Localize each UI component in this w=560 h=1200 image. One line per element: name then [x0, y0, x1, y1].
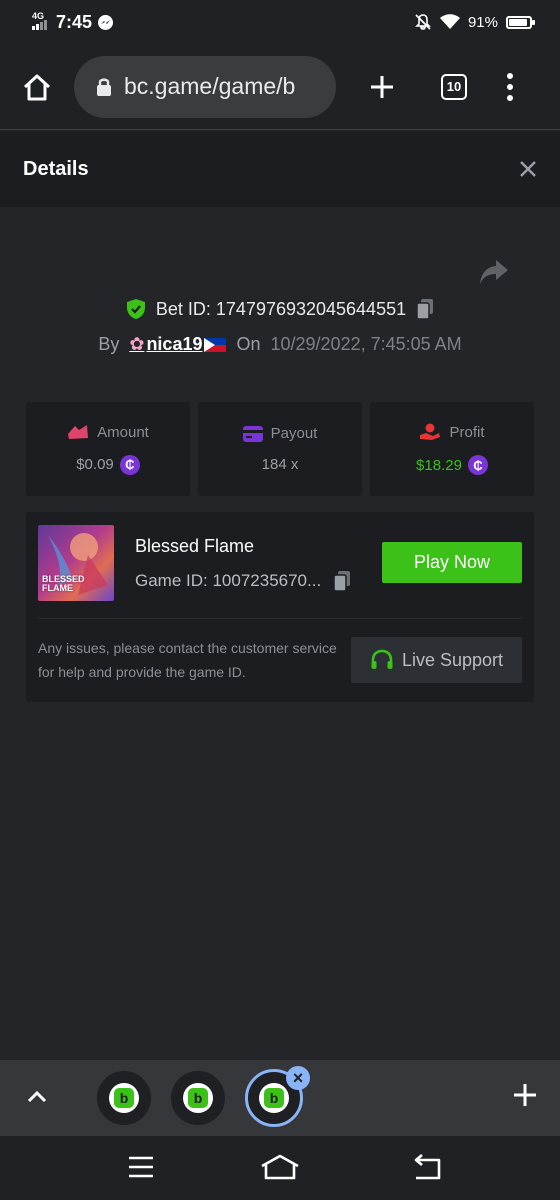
- mute-bell-icon: [415, 14, 431, 30]
- close-icon: [520, 161, 536, 177]
- bet-id-row: Bet ID: 1747976932045644551: [0, 298, 560, 320]
- game-card: BLESSED FLAME Blessed Flame Game ID: 100…: [26, 512, 534, 702]
- headset-icon: [371, 649, 393, 669]
- details-title: Details: [23, 157, 89, 180]
- philippines-flag-icon: [204, 337, 227, 352]
- status-left: 4G 7:45: [28, 11, 114, 33]
- overflow-menu-button[interactable]: [480, 72, 540, 101]
- close-tab-icon[interactable]: ×: [286, 1066, 310, 1090]
- add-tab-icon[interactable]: [512, 1082, 538, 1108]
- logo-letter: b: [188, 1088, 208, 1108]
- tab-item[interactable]: b: [171, 1071, 225, 1125]
- chevron-up-icon[interactable]: [26, 1088, 48, 1104]
- status-time: 7:45: [56, 11, 93, 32]
- game-thumbnail[interactable]: BLESSED FLAME: [38, 525, 114, 601]
- live-support-label: Live Support: [401, 649, 504, 670]
- plus-icon: [371, 75, 393, 98]
- tab-item[interactable]: b: [97, 1071, 151, 1125]
- stat-value: $0.09: [76, 456, 114, 473]
- payout-icon: [242, 425, 263, 442]
- back-icon[interactable]: [412, 1154, 442, 1180]
- amount-icon: [68, 425, 89, 439]
- recents-icon[interactable]: [127, 1154, 155, 1180]
- stat-label: Profit: [449, 423, 485, 441]
- bet-stats: Amount $0.09 ₵ Payout 184 x Profit $18.2…: [26, 402, 534, 496]
- home-icon: [23, 74, 51, 100]
- bc-game-logo-icon: b: [109, 1083, 139, 1113]
- stat-payout: Payout 184 x: [198, 402, 362, 496]
- tab-switcher-button[interactable]: 10: [428, 73, 480, 100]
- battery-fill: [509, 18, 528, 26]
- tab-strip: b b b ×: [0, 1060, 560, 1136]
- lock-icon: [97, 78, 111, 96]
- divider: [38, 618, 522, 619]
- address-bar[interactable]: bc.game/game/b: [74, 55, 336, 118]
- new-tab-button[interactable]: [336, 44, 428, 130]
- flower-icon: ✿: [129, 334, 145, 354]
- browser-toolbar: bc.game/game/b 10: [0, 44, 560, 130]
- bet-owner-row: By ✿ nica19 On 10/29/2022, 7:45:05 AM: [0, 334, 560, 355]
- battery-percent: 91%: [467, 13, 498, 31]
- messenger-icon: [98, 14, 114, 30]
- logo-letter: b: [114, 1088, 134, 1108]
- tab-count: 10: [441, 73, 467, 100]
- copy-bet-id-icon[interactable]: [416, 298, 434, 320]
- support-text: Any issues, please contact the customer …: [38, 640, 337, 680]
- close-button[interactable]: [519, 156, 537, 182]
- bet-id: Bet ID: 1747976932045644551: [155, 298, 407, 319]
- stat-profit: Profit $18.29 ₵: [370, 402, 534, 496]
- stat-value: 184 x: [261, 456, 299, 473]
- stat-value: $18.29: [416, 456, 462, 474]
- coin-icon: ₵: [119, 454, 140, 475]
- home-nav-icon[interactable]: [260, 1154, 300, 1180]
- profit-icon: [420, 423, 441, 440]
- url-text: bc.game/game/b: [124, 73, 296, 99]
- home-button[interactable]: [0, 44, 74, 130]
- by-label: By: [98, 334, 120, 354]
- game-name: Blessed Flame: [135, 536, 255, 556]
- status-bar: 4G 7:45 91%: [0, 0, 560, 44]
- stat-label: Amount: [97, 423, 149, 441]
- bc-game-logo-icon: b: [259, 1083, 289, 1113]
- on-label: On: [236, 334, 261, 354]
- game-id: Game ID: 1007235670...: [135, 571, 322, 590]
- wifi-icon: [439, 14, 460, 29]
- logo-letter: b: [264, 1088, 284, 1108]
- verified-shield-icon: [126, 299, 145, 319]
- game-id-row: Game ID: 1007235670...: [135, 570, 351, 592]
- thumbnail-text-line-2: FLAME: [42, 583, 73, 593]
- coin-icon: ₵: [467, 455, 488, 475]
- thumbnail-title: BLESSED FLAME: [42, 575, 85, 593]
- username-link[interactable]: ✿ nica19: [129, 334, 227, 355]
- bc-game-logo-icon: b: [183, 1083, 213, 1113]
- battery-icon: [506, 15, 535, 29]
- tab-item-active[interactable]: b ×: [245, 1066, 310, 1127]
- username: nica19: [146, 334, 203, 354]
- play-now-button[interactable]: Play Now: [382, 542, 522, 583]
- status-right: 91%: [414, 13, 535, 31]
- system-nav-bar: [0, 1136, 560, 1200]
- stat-amount: Amount $0.09 ₵: [26, 402, 190, 496]
- share-icon[interactable]: [478, 258, 510, 288]
- stat-label: Payout: [270, 425, 318, 442]
- copy-game-id-icon[interactable]: [333, 570, 351, 592]
- bet-date: 10/29/2022, 7:45:05 AM: [270, 334, 462, 354]
- signal-icon: 4G: [28, 12, 50, 32]
- details-header: Details: [0, 131, 560, 207]
- live-support-button[interactable]: Live Support: [351, 637, 522, 683]
